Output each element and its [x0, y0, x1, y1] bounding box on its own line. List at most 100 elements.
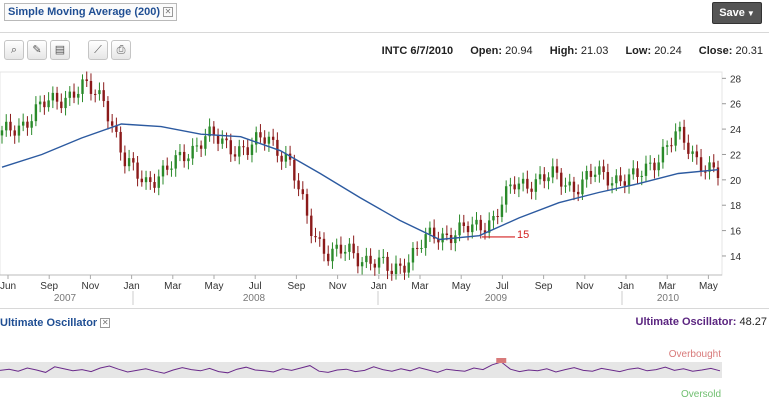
price-candle — [509, 184, 512, 187]
price-candle — [420, 248, 423, 250]
price-candle — [560, 172, 563, 187]
price-candle — [170, 168, 173, 170]
price-candle — [653, 162, 656, 171]
price-candle — [704, 171, 707, 173]
x-tick-label: Nov — [82, 281, 100, 292]
year-label: 2010 — [657, 293, 680, 304]
x-tick-label: Jul — [249, 281, 262, 292]
oversold-label: Oversold — [680, 389, 721, 400]
y-tick-label: 20 — [730, 176, 742, 187]
x-tick-label: May — [205, 281, 224, 292]
price-candle — [466, 225, 470, 233]
price-candle — [280, 155, 283, 162]
price-candle — [462, 222, 465, 226]
year-label: 2009 — [485, 293, 508, 304]
price-candle — [182, 151, 186, 162]
price-candle — [632, 168, 635, 175]
price-candle — [670, 145, 673, 147]
overbought-label: Overbought — [668, 349, 721, 360]
price-candle — [564, 185, 567, 187]
price-candle — [212, 126, 216, 136]
price-candle — [13, 130, 16, 136]
price-candle — [225, 138, 228, 141]
price-candle — [85, 79, 88, 81]
price-candle — [271, 136, 275, 140]
price-candle — [267, 136, 271, 144]
price-candle — [301, 189, 305, 195]
x-tick-label: Jan — [124, 281, 140, 292]
price-candle — [475, 219, 478, 225]
price-candle — [517, 183, 521, 190]
close-icon[interactable]: ✕ — [100, 318, 111, 328]
price-candle — [166, 165, 169, 170]
price-candle — [479, 219, 482, 231]
price-candle — [187, 158, 190, 162]
price-candle — [246, 147, 249, 155]
price-candle — [195, 145, 199, 147]
price-candle — [593, 174, 597, 177]
price-candle — [318, 237, 321, 239]
price-candle — [636, 168, 639, 177]
price-candle — [174, 155, 177, 169]
price-candle — [530, 188, 533, 192]
price-candle — [610, 183, 614, 186]
oscillator-tag[interactable]: Ultimate Oscillator ✕ — [0, 316, 111, 330]
x-tick-label: May — [452, 281, 471, 292]
price-candle — [144, 177, 148, 183]
price-candle — [687, 142, 690, 154]
price-candle — [390, 270, 393, 274]
price-candle — [47, 100, 50, 108]
price-candle — [327, 253, 330, 262]
price-candle — [221, 138, 224, 144]
price-candle — [526, 178, 529, 189]
x-tick-label: Jan — [371, 281, 387, 292]
x-tick-label: Jul — [496, 281, 509, 292]
y-tick-label: 28 — [730, 74, 742, 85]
price-candle — [572, 181, 576, 192]
price-candle — [161, 165, 165, 177]
price-candle — [458, 222, 461, 236]
panel-divider — [0, 308, 769, 309]
price-candle — [136, 162, 139, 179]
price-candle — [55, 92, 59, 102]
price-candle — [441, 233, 444, 243]
price-candle — [657, 162, 660, 171]
y-tick-label: 18 — [730, 201, 742, 212]
price-candle — [682, 126, 686, 143]
price-candle — [238, 146, 241, 157]
price-chart[interactable]: 28 26 24 22 20 18 16 14 Jun Sep Nov Jan Mar May Jul Sep… — [0, 0, 769, 400]
price-candle — [555, 166, 559, 173]
price-candle — [94, 93, 97, 95]
price-candle — [674, 131, 677, 146]
price-candle — [407, 262, 410, 273]
price-candle — [360, 262, 364, 267]
x-tick-label: Nov — [329, 281, 347, 292]
x-tick-label: Sep — [535, 281, 553, 292]
price-candle — [665, 145, 669, 147]
oscillator-readout: Ultimate Oscillator: 48.27 — [636, 316, 767, 328]
y-tick-label: 14 — [730, 252, 742, 263]
price-candle — [691, 151, 694, 154]
price-candle — [543, 174, 546, 182]
price-candle — [123, 152, 127, 167]
price-candle — [471, 224, 474, 233]
price-candle — [640, 175, 643, 177]
price-candle — [576, 191, 580, 195]
price-candle — [547, 177, 550, 182]
price-candle — [110, 121, 114, 126]
price-candle — [81, 79, 84, 94]
price-candle — [581, 179, 584, 195]
price-candle — [428, 227, 432, 235]
price-candle — [305, 194, 309, 216]
price-candle — [259, 132, 262, 138]
price-candle — [297, 180, 300, 190]
price-candle — [5, 121, 8, 131]
price-candle — [356, 253, 360, 267]
year-label: 2007 — [54, 293, 77, 304]
price-candle — [534, 179, 538, 192]
price-candle — [585, 170, 588, 180]
price-candle — [293, 159, 296, 181]
price-candle — [699, 157, 703, 172]
price-candle — [132, 158, 135, 163]
overbought-spike — [496, 358, 507, 363]
